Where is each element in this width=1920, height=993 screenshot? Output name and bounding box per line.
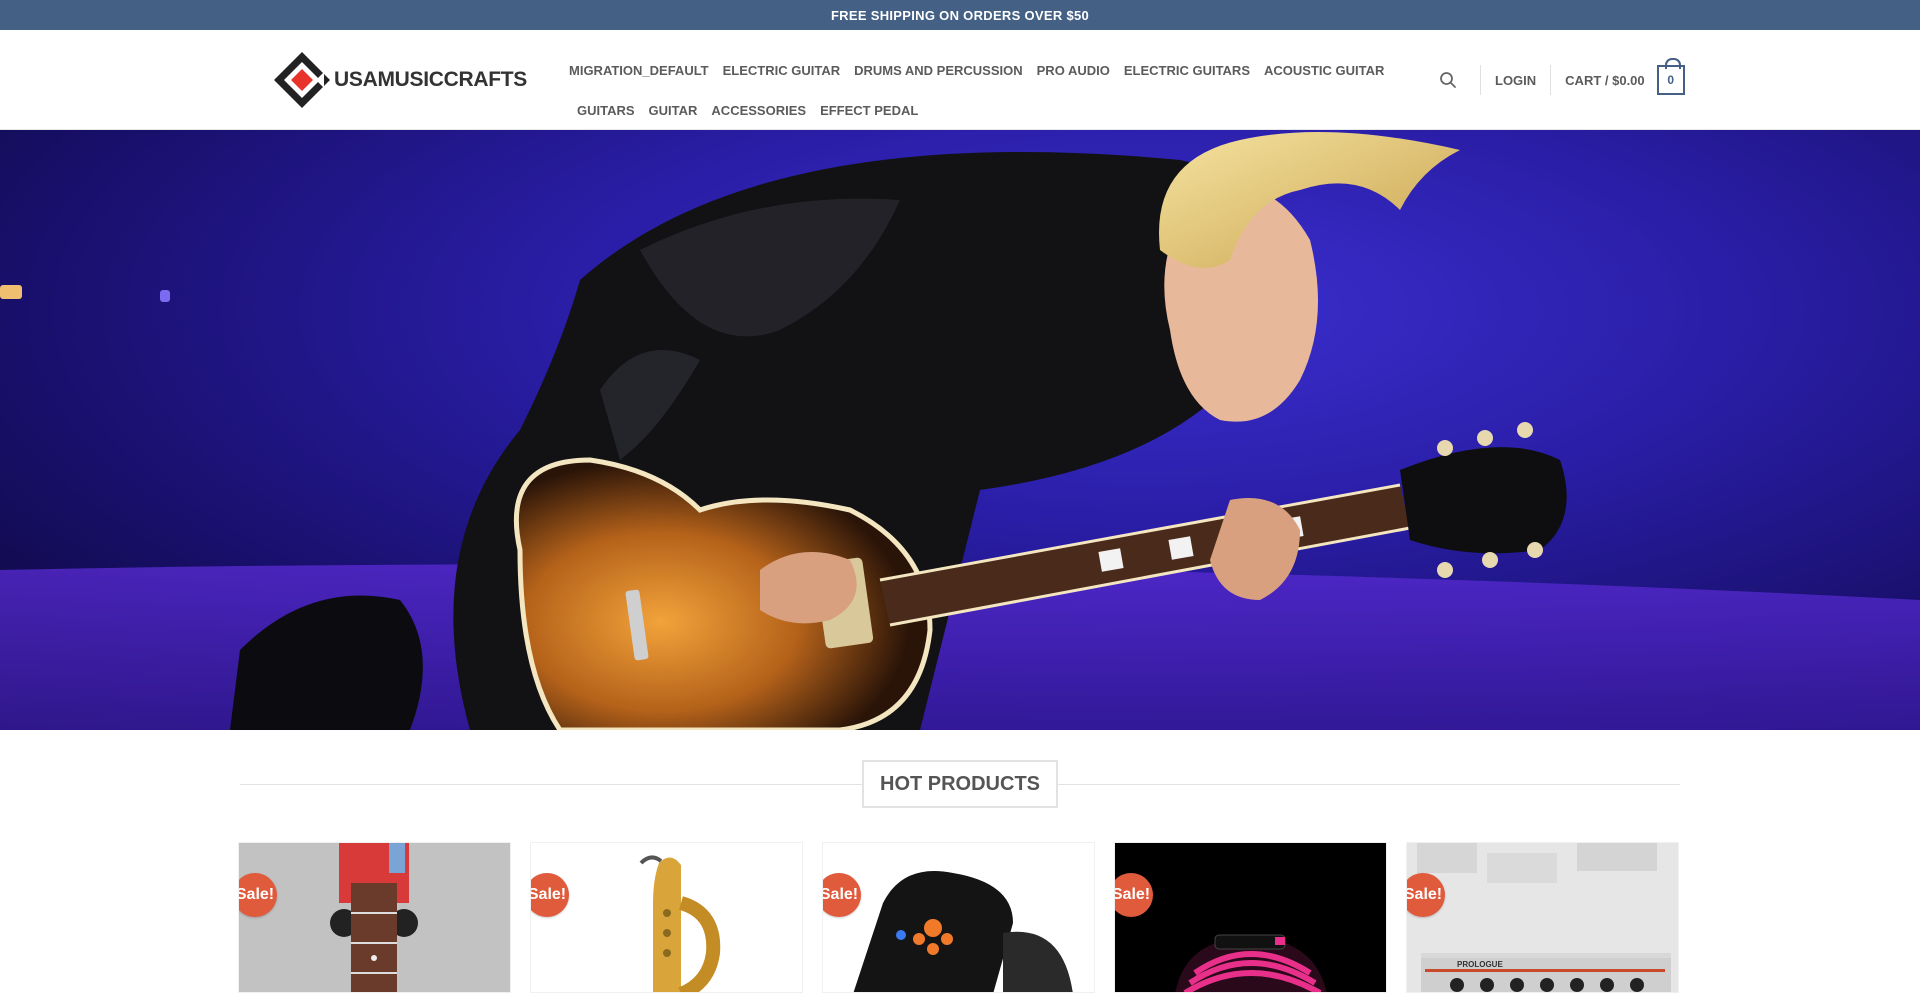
- nav-item-pro-audio[interactable]: PRO AUDIO: [1037, 63, 1110, 78]
- hot-products-heading: HOT PRODUCTS: [240, 760, 1680, 808]
- cart-count-badge: 0: [1656, 58, 1685, 95]
- svg-text:PROLOGUE: PROLOGUE: [1457, 960, 1503, 969]
- product-card[interactable]: Sale!: [822, 842, 1095, 993]
- search-icon[interactable]: [1430, 62, 1466, 98]
- main-nav: MIGRATION_DEFAULT ELECTRIC GUITAR DRUMS …: [562, 50, 1412, 130]
- nav-item-electric-guitar[interactable]: ELECTRIC GUITAR: [723, 63, 840, 78]
- nav-item-electric-guitars[interactable]: ELECTRIC GUITARS: [1124, 63, 1250, 78]
- logo-text: USAMUSICCRAFTS: [334, 68, 527, 91]
- header-divider: [1550, 65, 1552, 95]
- product-grid: Sale! Sale! Sale! Sale! PROLOGUE Sale!: [238, 842, 1682, 993]
- hero-image: [0, 132, 1920, 730]
- promo-text: FREE SHIPPING ON ORDERS OVER $50: [830, 7, 1090, 23]
- cart-label: CART / $0.00: [1565, 72, 1645, 88]
- nav-row-primary: MIGRATION_DEFAULT ELECTRIC GUITAR DRUMS …: [562, 50, 1412, 90]
- nav-item-acoustic-guitar[interactable]: ACOUSTIC GUITAR: [1264, 63, 1384, 78]
- hero-banner[interactable]: [0, 130, 1920, 730]
- product-image: PROLOGUE: [1407, 843, 1678, 992]
- product-image: [1115, 843, 1386, 992]
- site-header: USAMUSICCRAFTS MIGRATION_DEFAULT ELECTRI…: [0, 30, 1920, 130]
- product-card[interactable]: Sale!: [238, 842, 511, 993]
- section-title: HOT PRODUCTS: [862, 760, 1058, 808]
- login-link[interactable]: LOGIN: [1495, 73, 1536, 88]
- nav-item-migration-default[interactable]: MIGRATION_DEFAULT: [569, 63, 709, 78]
- header-actions: LOGIN CART / $0.00 0: [1430, 30, 1685, 130]
- logo-icon: [272, 50, 332, 110]
- cart-link[interactable]: CART / $0.00 0: [1565, 58, 1685, 95]
- site-logo[interactable]: USAMUSICCRAFTS: [272, 48, 527, 112]
- nav-row-secondary: GUITARS GUITAR ACCESSORIES EFFECT PEDAL: [562, 90, 1412, 130]
- nav-item-effect-pedal[interactable]: EFFECT PEDAL: [820, 103, 918, 118]
- product-card[interactable]: Sale!: [530, 842, 803, 993]
- product-card[interactable]: Sale!: [1114, 842, 1387, 993]
- nav-item-guitar[interactable]: GUITAR: [649, 103, 698, 118]
- promo-bar: FREE SHIPPING ON ORDERS OVER $50: [0, 0, 1920, 30]
- nav-item-guitars[interactable]: GUITARS: [577, 103, 635, 118]
- nav-item-accessories[interactable]: ACCESSORIES: [711, 103, 806, 118]
- product-card[interactable]: PROLOGUE Sale!: [1406, 842, 1679, 993]
- product-image: [239, 843, 510, 992]
- nav-item-drums-and-percussion[interactable]: DRUMS AND PERCUSSION: [854, 63, 1023, 78]
- product-image: [823, 843, 1094, 992]
- header-divider: [1480, 65, 1481, 95]
- product-image: [531, 843, 802, 992]
